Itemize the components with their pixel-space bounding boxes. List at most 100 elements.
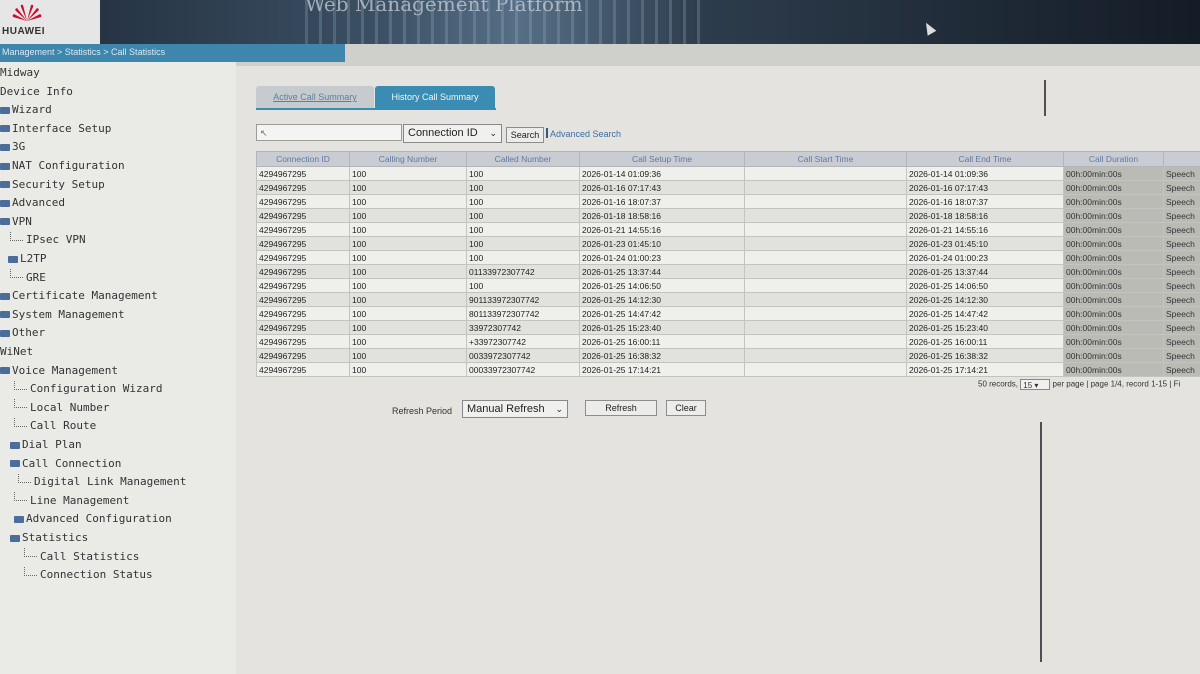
table-row[interactable]: 4294967295 100 01133972307742 2026-01-25 13… (256, 264, 1200, 279)
table-cell: 2026-01-18 18:58:16 (579, 208, 745, 223)
sidebar-item-call-connection[interactable]: Call Connection (10, 455, 121, 473)
table-cell: 00h:00min:00s (1063, 208, 1164, 223)
table-cell: 100 (466, 194, 580, 209)
tree-branch-icon (24, 566, 37, 576)
table-row[interactable]: 4294967295 100 100 2026-01-16 18:07:37 2026-… (256, 194, 1200, 209)
table-row[interactable]: 4294967295 100 100 2026-01-21 14:55:16 2026-… (256, 222, 1200, 237)
search-field-select[interactable]: Connection ID ⌄ (403, 124, 502, 143)
table-cell: 100 (349, 194, 467, 209)
column-header[interactable]: Call Start Time (744, 151, 907, 167)
folder-icon (10, 441, 20, 449)
table-row[interactable]: 4294967295 100 0033972307742 2026-01-25 16:… (256, 348, 1200, 363)
sidebar-item-call-route[interactable]: Call Route (14, 417, 96, 435)
table-cell: 00h:00min:00s (1063, 180, 1164, 195)
sidebar-item-certificate-management[interactable]: Certificate Management (0, 287, 158, 305)
table-cell (744, 320, 907, 335)
page-info: per page | page 1/4, record 1-15 | Fi (1052, 379, 1181, 389)
sidebar-item-statistics[interactable]: Statistics (10, 529, 88, 547)
refresh-button[interactable]: Refresh (585, 400, 657, 416)
table-cell: 100 (466, 278, 580, 293)
sidebar-item-system-management[interactable]: System Management (0, 306, 125, 324)
table-cell: 4294967295 (256, 194, 350, 209)
table-cell (744, 166, 907, 181)
table-cell: 2026-01-25 17:14:21 (579, 362, 745, 377)
table-cell: Speech (1163, 348, 1200, 363)
table-cell: 100 (349, 250, 467, 265)
table-row[interactable]: 4294967295 100 100 2026-01-24 01:00:23 2026-… (256, 250, 1200, 265)
sidebar-item-nat-configuration[interactable]: NAT Configuration (0, 157, 125, 175)
sidebar-item-ipsec-vpn[interactable]: IPsec VPN (10, 231, 86, 249)
table-cell: 801133972307742 (466, 306, 580, 321)
column-header[interactable]: Calling Number (349, 151, 467, 167)
column-header[interactable]: Call Duration (1063, 151, 1164, 167)
column-header[interactable] (1163, 151, 1200, 167)
table-row[interactable]: 4294967295 100 100 2026-01-18 18:58:16 2026-… (256, 208, 1200, 223)
sidebar-item-advanced-configuration[interactable]: Advanced Configuration (14, 510, 172, 528)
table-cell: 00h:00min:00s (1063, 348, 1164, 363)
sidebar-item-security-setup[interactable]: Security Setup (0, 176, 105, 194)
table-cell: 4294967295 (256, 236, 350, 251)
column-header[interactable]: Called Number (466, 151, 580, 167)
sidebar-item-label: Advanced Configuration (26, 512, 172, 526)
sidebar-item-label: Dial Plan (22, 438, 82, 451)
huawei-logo: HUAWEI (0, 0, 100, 44)
tree-branch-icon (18, 473, 31, 483)
table-cell: 0033972307742 (466, 348, 580, 363)
table-cell: Speech (1163, 306, 1200, 321)
sidebar-item-device-info[interactable]: Device Info (0, 83, 73, 101)
column-header[interactable]: Connection ID (256, 151, 350, 167)
tab-history-call-summary[interactable]: History Call Summary (375, 86, 495, 108)
main-panel: Active Call Summary History Call Summary… (236, 62, 1200, 674)
sidebar-item-winet[interactable]: WiNet (0, 343, 33, 361)
sidebar-item-wizard[interactable]: Wizard (0, 101, 52, 119)
sidebar-item-digital-link-management[interactable]: Digital Link Management (18, 473, 186, 491)
table-row[interactable]: 4294967295 100 801133972307742 2026-01-25 1… (256, 306, 1200, 321)
sidebar-item-vpn[interactable]: VPN (0, 213, 32, 231)
sidebar-item-line-management[interactable]: Line Management (14, 492, 129, 510)
table-row[interactable]: 4294967295 100 100 2026-01-23 01:45:10 2026-… (256, 236, 1200, 251)
table-cell: 100 (349, 278, 467, 293)
folder-icon (10, 534, 20, 542)
table-row[interactable]: 4294967295 100 901133972307742 2026-01-25 1… (256, 292, 1200, 307)
sidebar-item-local-number[interactable]: Local Number (14, 399, 109, 417)
sidebar-item-connection-status[interactable]: Connection Status (24, 566, 153, 584)
clear-button[interactable]: Clear (666, 400, 706, 416)
table-cell: 00h:00min:00s (1063, 264, 1164, 279)
table-row[interactable]: 4294967295 100 33972307742 2026-01-25 15:23… (256, 320, 1200, 335)
table-cell: 100 (349, 236, 467, 251)
folder-icon (0, 181, 10, 189)
table-row[interactable]: 4294967295 100 100 2026-01-25 14:06:50 2026-… (256, 278, 1200, 293)
sidebar-item-dial-plan[interactable]: Dial Plan (10, 436, 82, 454)
table-cell: 100 (349, 348, 467, 363)
column-header[interactable]: Call Setup Time (579, 151, 745, 167)
table-cell: 00033972307742 (466, 362, 580, 377)
sidebar-item-gre[interactable]: GRE (10, 269, 46, 287)
search-button[interactable]: Search (506, 127, 544, 143)
page-size-select[interactable]: 15 ▾ (1020, 379, 1051, 390)
refresh-period-select[interactable]: Manual Refresh ⌄ (462, 400, 568, 418)
tab-active-call-summary[interactable]: Active Call Summary (256, 86, 374, 108)
table-row[interactable]: 4294967295 100 100 2026-01-16 07:17:43 2026-… (256, 180, 1200, 195)
sidebar-item-interface-setup[interactable]: Interface Setup (0, 120, 111, 138)
sidebar-item-voice-management[interactable]: Voice Management (0, 362, 118, 380)
sidebar-item-other[interactable]: Other (0, 324, 45, 342)
table-cell (744, 306, 907, 321)
table-row[interactable]: 4294967295 100 00033972307742 2026-01-25 17… (256, 362, 1200, 377)
table-cell: Speech (1163, 278, 1200, 293)
table-cell: 2026-01-21 14:55:16 (906, 222, 1064, 237)
sidebar-item-midway[interactable]: Midway (0, 64, 40, 82)
sidebar-item-advanced[interactable]: Advanced (0, 194, 65, 212)
advanced-search-link[interactable]: Advanced Search (550, 129, 621, 139)
sidebar-item-l2tp[interactable]: L2TP (8, 250, 47, 268)
search-input[interactable]: ↖ (256, 124, 402, 141)
sidebar-item-label: Midway (0, 66, 40, 79)
table-row[interactable]: 4294967295 100 +33972307742 2026-01-25 16:0… (256, 334, 1200, 349)
sidebar-item-call-statistics[interactable]: Call Statistics (24, 548, 139, 566)
sidebar-item-3g[interactable]: 3G (0, 138, 25, 156)
sidebar-item-configuration-wizard[interactable]: Configuration Wizard (14, 380, 162, 398)
column-header[interactable]: Call End Time (906, 151, 1064, 167)
table-cell: 00h:00min:00s (1063, 334, 1164, 349)
table-cell: 2026-01-25 13:37:44 (579, 264, 745, 279)
table-cell: 100 (349, 292, 467, 307)
table-row[interactable]: 4294967295 100 100 2026-01-14 01:09:36 2026-… (256, 166, 1200, 181)
